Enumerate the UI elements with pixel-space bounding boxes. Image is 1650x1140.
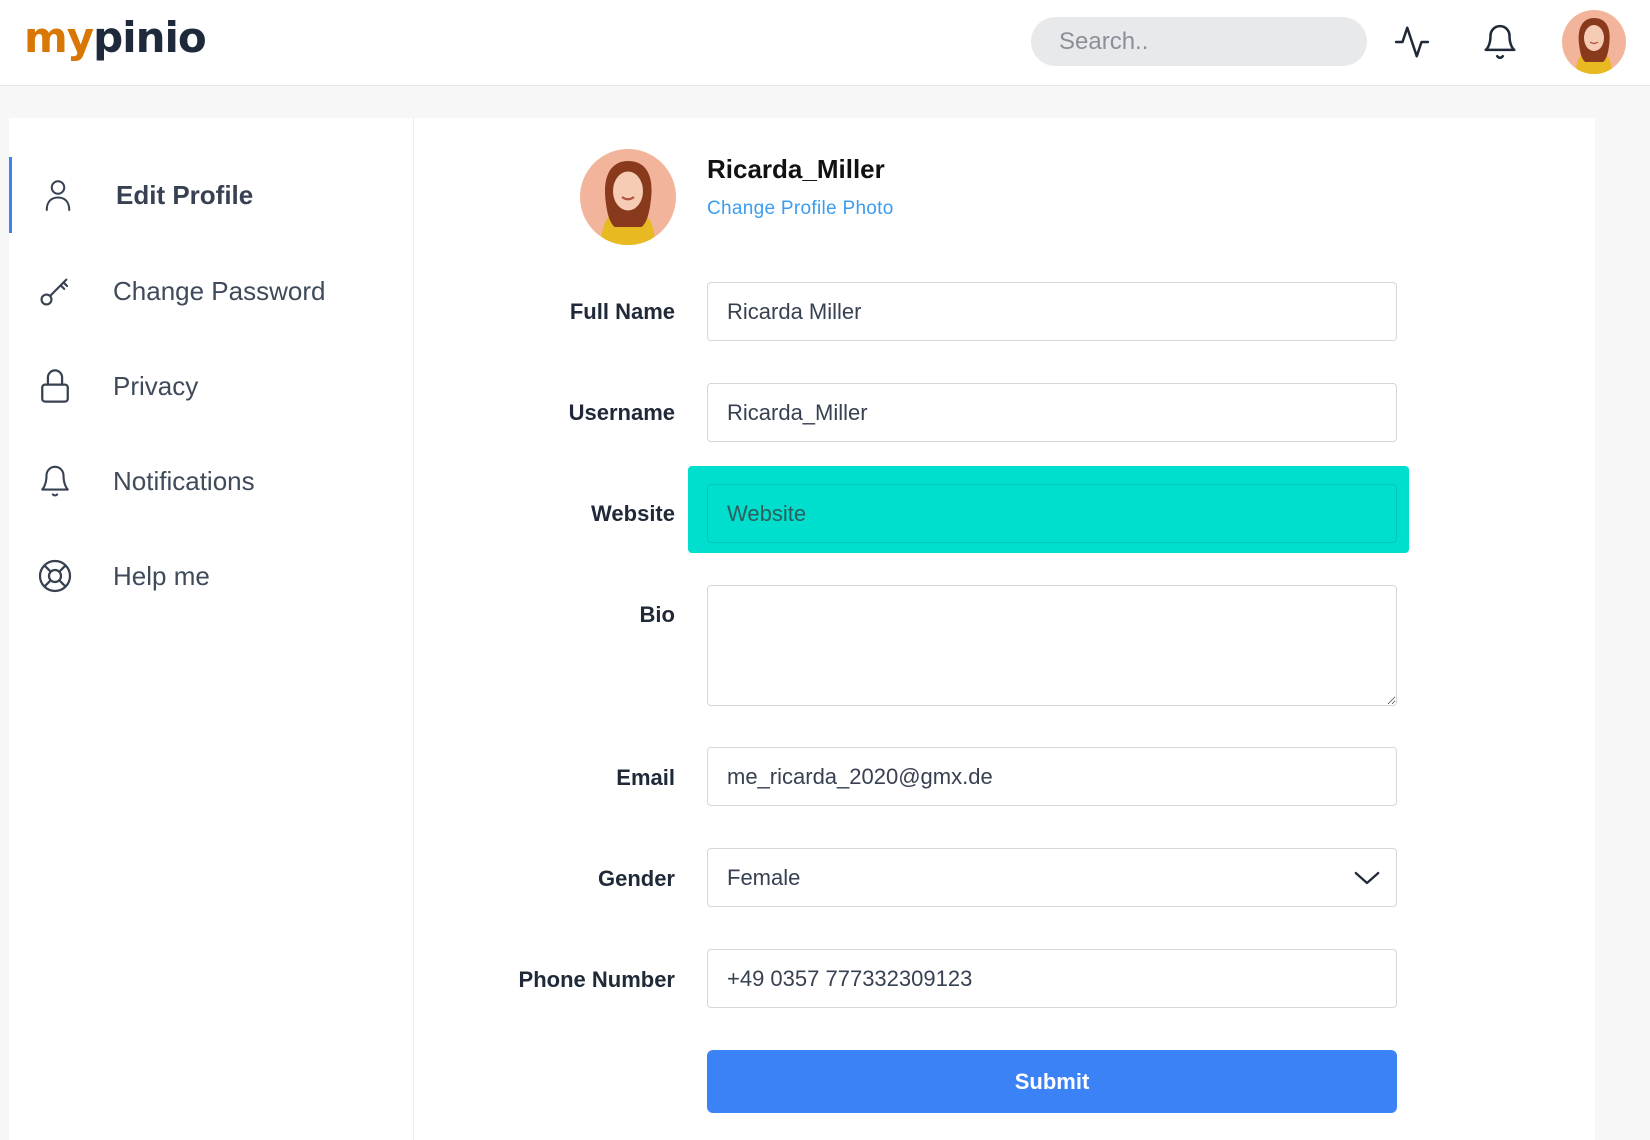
sidebar-item-edit-profile[interactable]: Edit Profile [9, 157, 414, 233]
username-label: Username [568, 400, 675, 425]
phone-label: Phone Number [518, 967, 675, 992]
email-label: Email [616, 765, 675, 790]
gender-select[interactable]: Female [707, 848, 1397, 907]
top-bar: mypinio [0, 0, 1650, 86]
settings-card: Edit Profile Change Password Privacy Not… [9, 118, 1595, 1140]
chevron-down-icon [1352, 863, 1382, 899]
change-profile-photo-link[interactable]: Change Profile Photo [707, 198, 894, 220]
username-input[interactable] [707, 383, 1397, 442]
gender-label: Gender [597, 866, 675, 891]
sidebar-item-label: Notifications [113, 465, 255, 496]
search-input[interactable] [1031, 17, 1367, 66]
website-label: Website [591, 501, 675, 526]
key-icon [36, 272, 74, 310]
submit-button[interactable]: Submit [707, 1050, 1397, 1113]
user-avatar[interactable] [1562, 10, 1626, 74]
website-input[interactable] [707, 484, 1397, 543]
gender-selected-value: Female [727, 864, 801, 890]
logo-part-pinio: pinio [93, 13, 207, 62]
full-name-label: Full Name [569, 299, 675, 324]
phone-input[interactable] [707, 949, 1397, 1008]
settings-sidebar: Edit Profile Change Password Privacy Not… [9, 118, 414, 1140]
profile-username: Ricarda_Miller [707, 154, 885, 184]
bio-label: Bio [639, 602, 675, 627]
sidebar-item-privacy[interactable]: Privacy [9, 348, 414, 424]
bio-textarea[interactable] [707, 585, 1397, 706]
activity-icon[interactable] [1390, 20, 1434, 64]
sidebar-item-label: Help me [113, 560, 210, 591]
profile-avatar[interactable] [580, 149, 676, 245]
lifebuoy-icon [36, 557, 74, 595]
email-input[interactable] [707, 747, 1397, 806]
logo[interactable]: mypinio [24, 8, 207, 68]
lock-icon [36, 367, 74, 405]
sidebar-item-notifications[interactable]: Notifications [9, 443, 414, 519]
user-icon [39, 176, 77, 214]
sidebar-item-label: Privacy [113, 370, 199, 401]
sidebar-item-label: Edit Profile [116, 179, 254, 210]
sidebar-item-label: Change Password [113, 275, 326, 306]
bell-icon[interactable] [1478, 20, 1522, 64]
full-name-input[interactable] [707, 282, 1397, 341]
sidebar-item-change-password[interactable]: Change Password [9, 253, 414, 329]
bell-icon [36, 462, 74, 500]
sidebar-item-help[interactable]: Help me [9, 538, 414, 614]
logo-part-my: my [24, 13, 94, 62]
